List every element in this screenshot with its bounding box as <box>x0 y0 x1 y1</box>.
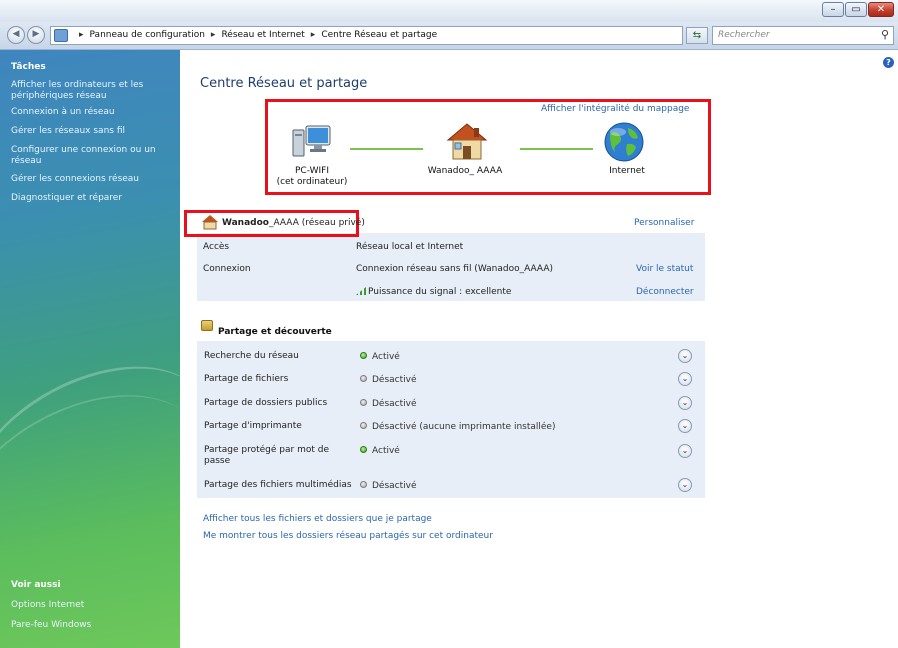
access-label: Accès <box>203 242 230 252</box>
signal-strength-text: Puissance du signal : excellente <box>368 287 512 297</box>
forward-arrow-icon: ▶ <box>32 29 40 39</box>
search-placeholder: Rechercher <box>718 30 770 40</box>
house-icon <box>446 123 488 160</box>
network-name-bold: Wanadoo <box>222 218 269 228</box>
breadcrumb-item-network-center[interactable]: Centre Réseau et partage <box>321 30 437 40</box>
sidebar-item-diagnose[interactable]: Diagnostiquer et réparer <box>11 193 171 204</box>
expand-chevron-icon[interactable]: ⌄ <box>678 349 692 363</box>
full-map-link[interactable]: Afficher l'intégralité du mappage <box>541 104 689 114</box>
breadcrumb: ▸ Panneau de configuration ▸ Réseau et Inte… <box>73 30 437 40</box>
sidebar <box>0 50 180 648</box>
breadcrumb-separator-icon: ▸ <box>210 30 216 40</box>
close-icon: ✕ <box>876 4 886 15</box>
sharing-row-label: Partage des fichiers multimédias <box>204 480 352 490</box>
refresh-button[interactable]: ⇆ <box>686 27 708 44</box>
computer-icon <box>292 125 331 157</box>
connection-line <box>350 148 423 150</box>
pc-name-label: PC-WIFI <box>295 166 329 176</box>
help-icon[interactable]: ? <box>883 57 894 68</box>
control-panel-icon <box>54 29 68 42</box>
expand-chevron-icon[interactable]: ⌄ <box>678 444 692 458</box>
back-button[interactable]: ◀ <box>7 26 25 44</box>
sharing-row-label: Partage protégé par mot de passe <box>204 445 329 466</box>
sharing-row-status-text: Activé <box>372 352 400 362</box>
sharing-heading: Partage et découverte <box>218 327 332 337</box>
sharing-row-label: Partage de dossiers publics <box>204 398 328 408</box>
sidebar-see-also-heading: Voir aussi <box>11 580 61 590</box>
network-house-icon <box>202 215 218 230</box>
sharing-row-label: Partage de fichiers <box>204 374 289 384</box>
connection-value: Connexion réseau sans fil (Wanadoo_AAAA) <box>356 264 553 274</box>
back-arrow-icon: ◀ <box>12 29 20 39</box>
customize-link[interactable]: Personnaliser <box>634 218 694 228</box>
title-bar: – ▭ ✕ <box>0 0 898 22</box>
sidebar-item-connect[interactable]: Connexion à un réseau <box>11 107 171 118</box>
sidebar-item-internet-options[interactable]: Options Internet <box>11 600 171 611</box>
sharing-row-status: Désactivé <box>360 375 417 385</box>
pc-sub-label: (cet ordinateur) <box>276 177 348 187</box>
network-name: Wanadoo_AAAA (réseau privé) <box>222 218 365 228</box>
sharing-row-status: Activé <box>360 352 400 362</box>
expand-chevron-icon[interactable]: ⌄ <box>678 419 692 433</box>
page-title: Centre Réseau et partage <box>200 76 368 91</box>
status-on-icon <box>360 446 367 453</box>
sharing-row-status: Désactivé (aucune imprimante installée) <box>360 422 555 432</box>
breadcrumb-item-network-internet[interactable]: Réseau et Internet <box>221 30 304 40</box>
connection-label: Connexion <box>203 264 251 274</box>
sharing-panel <box>197 341 705 498</box>
show-shared-files-link[interactable]: Afficher tous les fichiers et dossiers q… <box>203 514 432 524</box>
sidebar-item-manage-connections[interactable]: Gérer les connexions réseau <box>11 174 171 185</box>
breadcrumb-item-control-panel[interactable]: Panneau de configuration <box>90 30 205 40</box>
forward-button[interactable]: ▶ <box>27 26 45 44</box>
expand-chevron-icon[interactable]: ⌄ <box>678 396 692 410</box>
maximize-icon: ▭ <box>851 4 861 15</box>
status-off-icon <box>360 399 367 406</box>
sharing-row-status: Désactivé <box>360 481 417 491</box>
minimize-button[interactable]: – <box>822 2 844 17</box>
search-icon[interactable]: ⚲ <box>881 28 889 41</box>
signal-strength: Puissance du signal : excellente <box>356 287 511 297</box>
minimize-icon: – <box>830 4 836 15</box>
sidebar-item-firewall[interactable]: Pare-feu Windows <box>11 620 171 631</box>
close-button[interactable]: ✕ <box>868 2 894 17</box>
refresh-icon: ⇆ <box>692 30 702 41</box>
sidebar-item-view-computers[interactable]: Afficher les ordinateurs et les périphér… <box>11 80 171 102</box>
breadcrumb-separator-icon: ▸ <box>310 30 316 40</box>
sidebar-item-setup-connection[interactable]: Configurer une connexion ou un réseau <box>11 145 171 167</box>
sidebar-tasks-heading: Tâches <box>11 62 46 72</box>
sharing-row-status: Désactivé <box>360 399 417 409</box>
sharing-row-label: Partage d'imprimante <box>204 421 302 431</box>
view-status-link[interactable]: Voir le statut <box>636 264 693 274</box>
sharing-row-status-text: Désactivé (aucune imprimante installée) <box>372 422 556 432</box>
sharing-row-label: Recherche du réseau <box>204 351 299 361</box>
status-off-icon <box>360 481 367 488</box>
address-bar[interactable]: ▸ Panneau de configuration ▸ Réseau et Inte… <box>50 26 708 45</box>
sharing-row-status-text: Désactivé <box>372 399 417 409</box>
status-off-icon <box>360 375 367 382</box>
sharing-row-status-text: Désactivé <box>372 481 417 491</box>
maximize-button[interactable]: ▭ <box>845 2 867 17</box>
sharing-row-status-text: Activé <box>372 446 400 456</box>
access-value: Réseau local et Internet <box>356 242 464 252</box>
expand-chevron-icon[interactable]: ⌄ <box>678 372 692 386</box>
sidebar-item-manage-wireless[interactable]: Gérer les réseaux sans fil <box>11 126 171 137</box>
internet-globe-icon <box>604 122 644 162</box>
address-row: ◀ ▶ ▸ Panneau de configuration ▸ Réseau et … <box>0 22 898 50</box>
signal-strength-icon <box>356 287 366 295</box>
status-on-icon <box>360 352 367 359</box>
expand-chevron-icon[interactable]: ⌄ <box>678 478 692 492</box>
router-label: Wanadoo_ AAAA <box>427 166 503 176</box>
breadcrumb-separator-icon: ▸ <box>79 30 84 40</box>
internet-label: Internet <box>609 166 645 176</box>
show-shared-folders-link[interactable]: Me montrer tous les dossiers réseau part… <box>203 531 493 541</box>
sharing-row-status-text: Désactivé <box>372 375 417 385</box>
status-off-icon <box>360 422 367 429</box>
disconnect-link[interactable]: Déconnecter <box>636 287 694 297</box>
sharing-icon <box>201 320 213 331</box>
sharing-row-status: Activé <box>360 446 400 456</box>
connection-line <box>520 148 593 150</box>
search-input[interactable]: Rechercher ⚲ <box>712 26 894 45</box>
network-name-suffix: _AAAA (réseau privé) <box>268 218 365 228</box>
